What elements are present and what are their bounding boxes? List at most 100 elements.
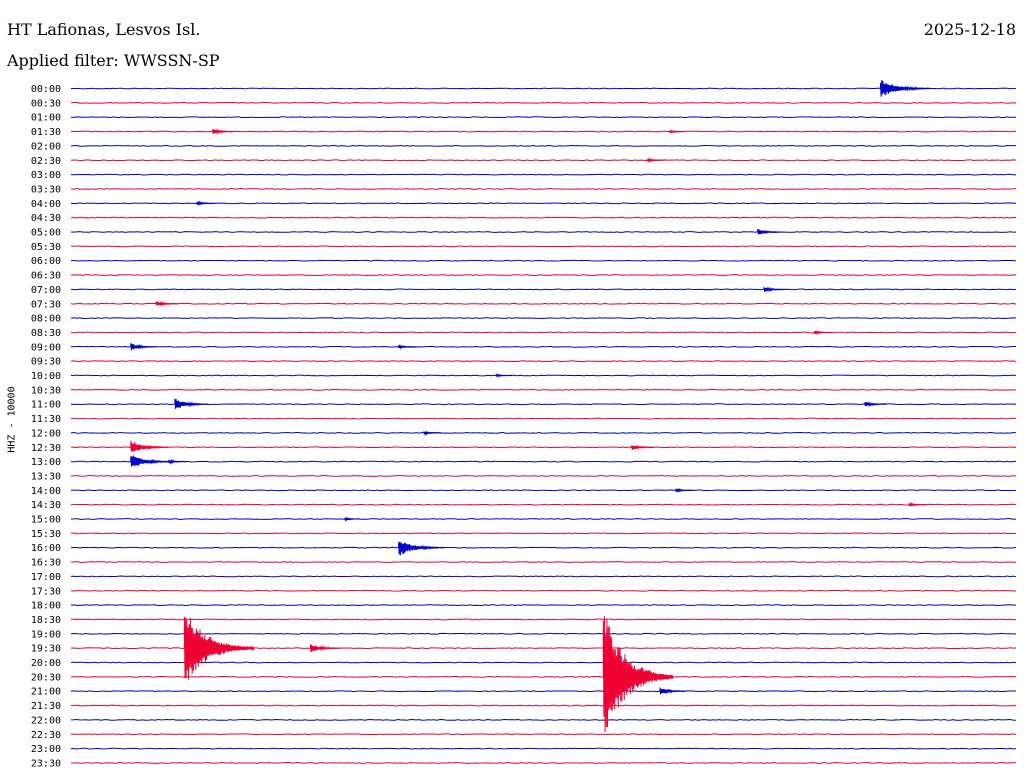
seismic-event	[669, 129, 686, 135]
helicorder-plot: 00:00 00:30 01:00 01:30 02:00 02:30 03:00 03:30…	[31, 80, 1017, 769]
seismic-event	[309, 644, 341, 653]
row-time-label: 13:00	[31, 457, 61, 468]
row-time-label: 17:00	[31, 572, 61, 583]
trace-line	[70, 173, 1017, 176]
trace-line	[70, 360, 1017, 363]
seismic-event	[130, 440, 169, 452]
trace-line	[70, 231, 1016, 233]
trace-line	[70, 532, 1017, 535]
trace-line	[70, 259, 1017, 262]
row-time-label: 05:30	[31, 242, 61, 253]
row-time-label: 23:30	[31, 758, 61, 769]
seismic-event	[344, 516, 361, 522]
row-time-label: 06:30	[31, 271, 61, 282]
seismic-event	[813, 330, 833, 336]
row-time-label: 05:00	[31, 228, 61, 239]
seismic-event	[495, 372, 512, 378]
trace-line	[70, 188, 1017, 190]
row-time-label: 23:00	[31, 744, 61, 755]
seismic-event	[864, 401, 887, 408]
row-time-label: 00:30	[31, 98, 61, 109]
row-time-label: 21:00	[31, 687, 61, 698]
row-time-label: 11:30	[31, 414, 61, 425]
row-time-label: 16:30	[31, 558, 61, 569]
row-time-label: 01:30	[31, 127, 61, 138]
trace-line	[70, 546, 1017, 549]
seismic-event	[757, 228, 782, 235]
trace-line	[70, 518, 1017, 520]
trace-line	[70, 503, 1017, 506]
seismic-event	[631, 444, 654, 451]
row-time-label: 09:30	[31, 357, 61, 368]
trace-line	[70, 747, 1017, 750]
row-time-label: 13:30	[31, 471, 61, 482]
seismic-event	[908, 501, 927, 508]
row-time-label: 15:00	[31, 515, 61, 526]
trace-line	[70, 561, 1017, 563]
row-time-label: 22:30	[31, 730, 61, 741]
row-time-label: 07:30	[31, 299, 61, 310]
trace-line	[70, 475, 1017, 477]
seismic-event	[398, 541, 445, 556]
seismic-event	[423, 430, 442, 437]
trace-line	[70, 101, 1017, 104]
row-time-label: 04:30	[31, 213, 61, 224]
trace-line	[70, 733, 1017, 736]
trace-line	[70, 116, 1017, 119]
trace-line	[70, 661, 1017, 664]
trace-line	[70, 632, 1017, 635]
seismic-event	[168, 458, 187, 465]
trace-line	[70, 575, 1017, 578]
row-time-label: 14:30	[31, 500, 61, 511]
row-time-label: 10:00	[31, 371, 61, 382]
trace-line	[70, 446, 1017, 449]
trace-line	[70, 704, 1017, 707]
row-time-label: 00:00	[31, 84, 61, 95]
trace-line	[70, 159, 1017, 162]
trace-line	[70, 274, 1017, 276]
row-time-label: 02:00	[31, 141, 61, 152]
row-time-label: 19:30	[31, 644, 61, 655]
seismic-event	[675, 487, 694, 493]
trace-line	[70, 144, 1017, 147]
row-time-label: 04:00	[31, 199, 61, 210]
trace-line	[70, 345, 1017, 348]
row-time-label: 10:30	[31, 385, 61, 396]
trace-line	[70, 216, 1017, 219]
seismic-event	[130, 342, 157, 351]
row-time-label: 20:30	[31, 672, 61, 683]
trace-line	[70, 718, 1017, 721]
row-time-label: 18:30	[31, 615, 61, 626]
row-time-label: 09:00	[31, 342, 61, 353]
seismic-event	[880, 80, 931, 97]
trace-line	[70, 690, 1016, 693]
seismic-event	[174, 398, 209, 409]
row-time-label: 14:00	[31, 486, 61, 497]
trace-line	[70, 388, 1017, 391]
row-time-label: 21:30	[31, 701, 61, 712]
trace-line	[70, 589, 1017, 592]
row-time-label: 08:30	[31, 328, 61, 339]
seismic-event	[398, 344, 417, 350]
trace-line	[70, 331, 1017, 334]
row-time-label: 07:00	[31, 285, 61, 296]
seismic-event	[647, 157, 666, 164]
trace-line	[70, 417, 1017, 420]
row-time-label: 06:00	[31, 256, 61, 267]
seismic-event	[763, 286, 786, 293]
trace-line	[70, 317, 1017, 320]
trace-line	[70, 374, 1017, 377]
trace-line	[70, 288, 1017, 291]
trace-line	[70, 618, 1017, 621]
row-time-label: 20:00	[31, 658, 61, 669]
row-time-label: 17:30	[31, 586, 61, 597]
row-time-label: 03:30	[31, 184, 61, 195]
trace-line	[70, 302, 1017, 305]
trace-line	[70, 87, 1017, 90]
trace-line	[70, 762, 1017, 764]
trace-line	[70, 489, 1017, 492]
row-time-label: 18:00	[31, 601, 61, 612]
seismic-event	[659, 687, 686, 695]
row-time-label: 12:00	[31, 428, 61, 439]
trace-line	[70, 604, 1017, 607]
